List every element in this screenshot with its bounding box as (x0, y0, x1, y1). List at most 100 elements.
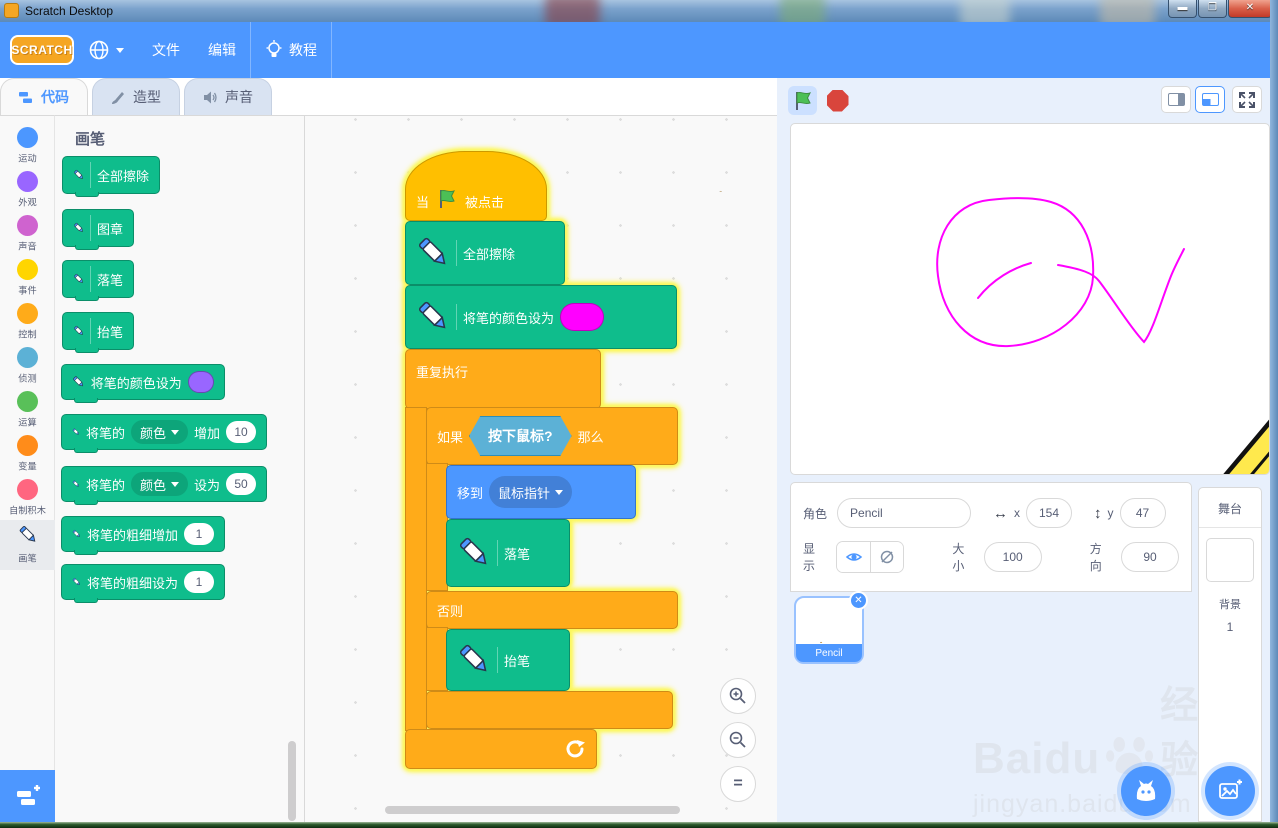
backdrops-label: 背景 (1219, 599, 1241, 611)
palette-set-pen-size-block[interactable]: 将笔的粗细设为 1 (61, 564, 225, 603)
delete-sprite-button[interactable]: ✕ (849, 591, 868, 610)
category-myblocks[interactable]: 自制积木 (0, 476, 55, 520)
editor-tabs: 代码 造型 声音 (0, 78, 777, 115)
green-flag-icon (791, 89, 815, 113)
palette-scrollbar[interactable] (288, 741, 296, 821)
stop-button[interactable] (823, 86, 852, 115)
sprite-thumbnail-pencil[interactable]: Pencil ✕ (794, 591, 868, 664)
large-stage-icon (1201, 93, 1219, 106)
when-flag-clicked-block[interactable]: 当 被点击 (405, 151, 547, 221)
y-arrow-icon: ↕ (1094, 504, 1102, 522)
pen-icon (73, 218, 84, 238)
category-dot (17, 391, 38, 412)
tab-sounds[interactable]: 声音 (184, 78, 272, 115)
block-categories: 运动 外观 声音 事件 控制 侦测 运算 变量 自制积木 画笔 (0, 115, 55, 822)
stage-canvas[interactable] (790, 123, 1270, 475)
eye-visible-icon (845, 553, 862, 561)
set-pen-color-block[interactable]: 将笔的颜色设为 (405, 285, 677, 349)
palette-erase-all-block[interactable]: 全部擦除 (62, 156, 160, 197)
category-events[interactable]: 事件 (0, 256, 55, 300)
palette-change-pen-color-block[interactable]: 将笔的 颜色 增加 10 (61, 414, 267, 453)
value-input[interactable]: 1 (184, 571, 214, 593)
zoom-reset-button[interactable]: = (720, 766, 756, 802)
category-variables[interactable]: 变量 (0, 432, 55, 476)
green-flag-button[interactable] (788, 86, 817, 115)
close-button[interactable]: ✕ (1228, 0, 1272, 18)
pen-down-block[interactable]: 落笔 (446, 519, 570, 587)
minimize-button[interactable]: ▬ (1168, 0, 1197, 18)
palette-change-pen-size-block[interactable]: 将笔的粗细增加 1 (61, 516, 225, 555)
tab-code[interactable]: 代码 (0, 78, 88, 115)
category-motion[interactable]: 运动 (0, 124, 55, 168)
maximize-button[interactable]: ❐ (1198, 0, 1227, 18)
category-dot (17, 435, 38, 456)
fullscreen-button[interactable] (1232, 86, 1262, 113)
category-control[interactable]: 控制 (0, 300, 55, 344)
sprite-name-input[interactable] (837, 498, 972, 528)
add-backdrop-button[interactable] (1205, 766, 1255, 816)
title-bar[interactable]: Scratch Desktop ▬ ❐ ✕ (0, 0, 1278, 22)
menu-file[interactable]: 文件 (138, 22, 194, 78)
if-end-bar (426, 691, 673, 729)
if-else-block[interactable]: 如果 按下鼠标? 那么 (426, 407, 678, 465)
goto-target-dropdown[interactable]: 鼠标指针 (489, 476, 573, 508)
pen-color-swatch[interactable] (187, 371, 214, 393)
value-input[interactable]: 50 (226, 473, 256, 495)
size-input[interactable] (983, 542, 1042, 572)
large-stage-button[interactable] (1195, 86, 1225, 113)
pen-icon (73, 321, 84, 341)
pen-icon (457, 643, 491, 677)
pen-up-block[interactable]: 抬笔 (446, 629, 570, 691)
palette-pen-up-block[interactable]: 抬笔 (62, 312, 134, 353)
y-input[interactable] (1119, 498, 1166, 528)
value-input[interactable]: 1 (184, 523, 214, 545)
scratch-logo: SCRATCH (10, 35, 74, 65)
app-window: Scratch Desktop ▬ ❐ ✕ SCRATCH 文件 编辑 教程 代… (0, 0, 1278, 828)
pen-param-dropdown[interactable]: 颜色 (130, 420, 188, 444)
green-flag-icon (435, 187, 459, 211)
pen-param-dropdown[interactable]: 颜色 (130, 472, 188, 496)
zoom-in-button[interactable] (720, 678, 756, 714)
add-sprite-button[interactable] (1121, 766, 1171, 816)
value-input[interactable]: 10 (226, 421, 256, 443)
forever-block[interactable]: 重复执行 (405, 349, 601, 409)
add-extension-button[interactable] (0, 770, 55, 822)
show-label: 显示 (803, 542, 816, 573)
tab-costumes[interactable]: 造型 (92, 78, 180, 115)
palette-stamp-block[interactable]: 图章 (62, 209, 134, 250)
show-sprite-button[interactable] (837, 542, 871, 572)
erase-all-block[interactable]: 全部擦除 (405, 221, 565, 285)
baidu-watermark: Baidu 经验 jingyan.baidu.com (973, 674, 1223, 819)
pen-color-swatch[interactable] (560, 303, 605, 331)
script-workspace[interactable]: 当 被点击 全部擦除 将笔的颜色设为 重复执行 如果 按下鼠标? 那么 移到 鼠… (305, 115, 777, 822)
category-sound[interactable]: 声音 (0, 212, 55, 256)
category-pen-selected[interactable]: 画笔 (0, 520, 55, 570)
direction-input[interactable] (1121, 542, 1180, 572)
palette-set-pen-color-param-block[interactable]: 将笔的 颜色 设为 50 (61, 466, 267, 505)
menu-tutorials[interactable]: 教程 (251, 22, 331, 78)
category-operators[interactable]: 运算 (0, 388, 55, 432)
zoom-out-button[interactable] (720, 722, 756, 758)
mouse-down-condition[interactable]: 按下鼠标? (469, 416, 572, 456)
globe-icon (89, 40, 109, 60)
workspace-horizontal-scrollbar[interactable] (385, 806, 680, 814)
add-extension-icon (16, 785, 40, 805)
chevron-down-icon (116, 47, 124, 53)
hide-sprite-button[interactable] (870, 542, 904, 572)
category-sensing[interactable]: 侦测 (0, 344, 55, 388)
language-selector[interactable] (74, 22, 138, 78)
goto-mouse-pointer-block[interactable]: 移到 鼠标指针 (446, 465, 636, 519)
small-stage-button[interactable] (1161, 86, 1191, 113)
palette-pen-down-block[interactable]: 落笔 (62, 260, 134, 301)
x-input[interactable] (1026, 498, 1073, 528)
small-stage-icon (1167, 93, 1185, 106)
backdrop-thumbnail[interactable] (1206, 538, 1254, 582)
category-looks[interactable]: 外观 (0, 168, 55, 212)
zoom-out-icon (729, 731, 746, 748)
pencil-sprite[interactable] (1138, 366, 1270, 475)
if-left-wall (426, 463, 448, 591)
code-blocks-icon (19, 91, 32, 103)
menu-edit[interactable]: 编辑 (194, 22, 250, 78)
speaker-icon (204, 91, 217, 103)
palette-set-pen-color-block[interactable]: 将笔的颜色设为 (61, 364, 225, 403)
